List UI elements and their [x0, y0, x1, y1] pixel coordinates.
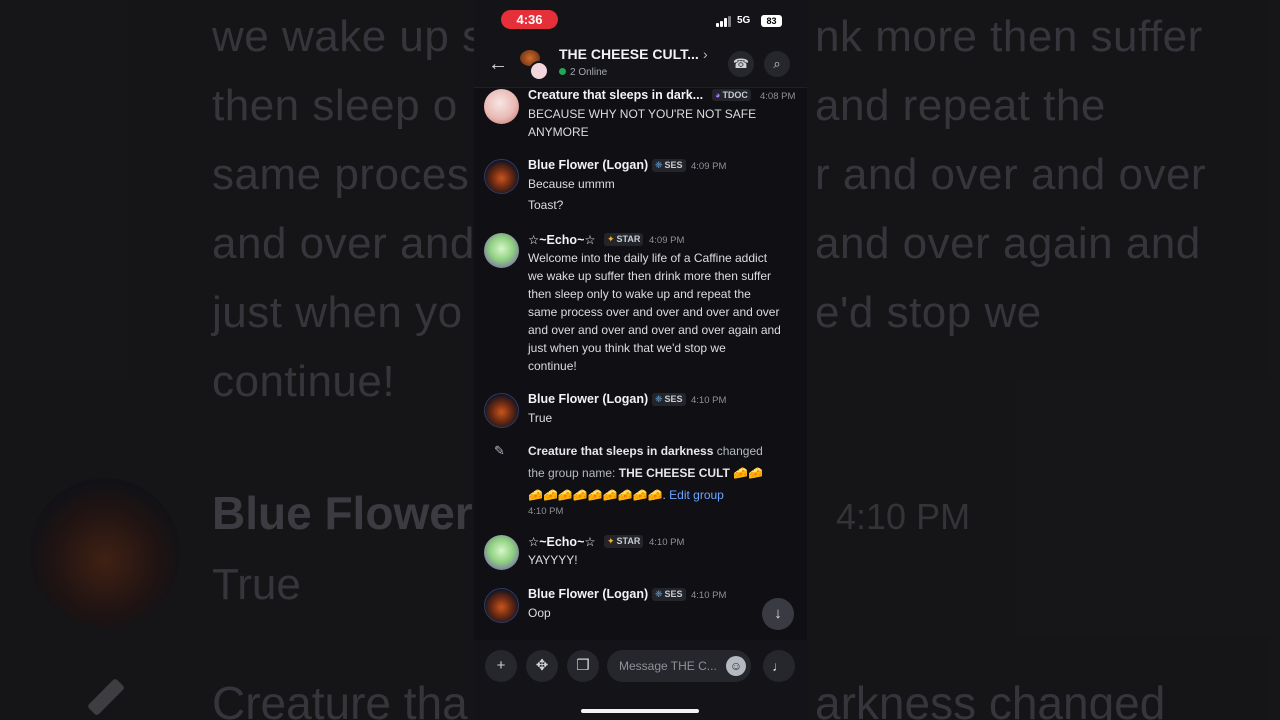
- message-line: we wake up suffer then drink more then s…: [528, 269, 772, 283]
- system-action: changed: [713, 444, 763, 458]
- arrow-down-icon[interactable]: ↓: [762, 598, 794, 630]
- tag-label: TDOC: [722, 90, 748, 100]
- message-author[interactable]: ☆~Echo~☆: [528, 534, 596, 549]
- server-tag: ✦ STAR: [604, 233, 644, 246]
- tag-icon: ◕: [715, 90, 721, 100]
- gift-icon[interactable]: ❒: [567, 650, 599, 682]
- tag-icon: ✦: [607, 536, 615, 546]
- chat-header: ← THE CHEESE CULT... › 2 Online ☎ ⌕: [474, 40, 807, 88]
- message-author[interactable]: Creature that sleeps in dark...: [528, 88, 703, 102]
- cheese-emoji: 🧀🧀🧀🧀🧀🧀🧀🧀🧀: [528, 488, 663, 502]
- message-author[interactable]: Blue Flower (Logan): [528, 158, 648, 172]
- message-composer: + ✥ ❒ Message THE C... ☺ ♩: [474, 640, 807, 720]
- message-text: Toast?: [528, 198, 564, 212]
- cheese-emoji: 🧀🧀: [733, 466, 764, 480]
- message-time: 4:10 PM: [649, 537, 685, 548]
- system-actor[interactable]: Creature that sleeps in darkness: [528, 444, 713, 458]
- chevron-right-icon[interactable]: ›: [703, 46, 708, 62]
- message-text: Welcome into the daily life of a Caffine…: [528, 249, 800, 375]
- message-time: 4:10 PM: [691, 395, 727, 406]
- message-author[interactable]: ☆~Echo~☆: [528, 232, 596, 247]
- avatar[interactable]: [484, 588, 519, 623]
- message-time: 4:10 PM: [691, 590, 727, 601]
- system-line: Creature that sleeps in darkness changed: [528, 440, 793, 462]
- message-time: 4:09 PM: [649, 235, 685, 246]
- plus-icon[interactable]: +: [485, 650, 517, 682]
- home-indicator[interactable]: [581, 709, 699, 713]
- message-author[interactable]: Blue Flower (Logan): [528, 392, 648, 406]
- message-line: ANYMORE: [528, 125, 589, 139]
- back-arrow-icon[interactable]: ←: [488, 54, 508, 74]
- avatar[interactable]: [484, 89, 519, 124]
- tag-label: SES: [664, 160, 683, 170]
- group-avatar[interactable]: [520, 50, 550, 81]
- message-time: 4:09 PM: [691, 161, 727, 172]
- online-count: 2 Online: [570, 67, 608, 78]
- message-line: and over and over and over and over agai…: [528, 323, 781, 337]
- pencil-icon: ✎: [494, 443, 505, 458]
- tag-label: STAR: [616, 536, 641, 546]
- screen: we wake up s then sleep o same proces an…: [0, 0, 1280, 720]
- message-text: Oop: [528, 606, 551, 620]
- apps-icon[interactable]: ✥: [526, 650, 558, 682]
- message-line: continue!: [528, 359, 577, 373]
- message-line: just when you think that we'd stop we: [528, 341, 726, 355]
- server-tag: ◕ TDOC: [712, 89, 751, 101]
- edit-group-link[interactable]: Edit group: [669, 488, 724, 502]
- message-time: 4:08 PM: [760, 91, 796, 102]
- tag-label: SES: [664, 589, 683, 599]
- message-list[interactable]: Creature that sleeps in dark... ◕ TDOC 4:…: [474, 88, 807, 640]
- new-group-name: THE CHEESE CULT: [618, 466, 730, 480]
- system-time: 4:10 PM: [528, 506, 564, 517]
- system-line: the group name: THE CHEESE CULT 🧀🧀: [528, 462, 793, 484]
- tag-label: STAR: [616, 234, 641, 244]
- tag-icon: ✦: [607, 234, 615, 244]
- search-icon[interactable]: ⌕: [764, 51, 790, 77]
- message-line: Welcome into the daily life of a Caffine…: [528, 251, 768, 265]
- server-tag: ✦ STAR: [604, 535, 644, 548]
- tag-icon: ❈: [655, 589, 663, 599]
- message-text: YAYYYY!: [528, 553, 578, 567]
- tag-label: SES: [664, 394, 683, 404]
- call-icon[interactable]: ☎: [728, 51, 754, 77]
- avatar[interactable]: [484, 159, 519, 194]
- server-tag: ❈ SES: [652, 393, 686, 406]
- message-text: True: [528, 411, 553, 425]
- status-bar: 4:36 5G 83: [474, 0, 807, 40]
- system-prefix: the group name:: [528, 466, 619, 480]
- group-avatar-b: [529, 61, 549, 81]
- message-line: then sleep only to wake up and repeat th…: [528, 287, 751, 301]
- system-text: Creature that sleeps in darkness changed…: [528, 440, 793, 506]
- avatar[interactable]: [484, 393, 519, 428]
- network-label: 5G: [737, 15, 751, 26]
- message-text: BECAUSE WHY NOT YOU'RE NOT SAFE ANYMORE: [528, 105, 800, 141]
- online-dot: [559, 68, 566, 75]
- server-tag: ❈ SES: [652, 159, 686, 172]
- system-line: 🧀🧀🧀🧀🧀🧀🧀🧀🧀. Edit group: [528, 484, 793, 506]
- message-author[interactable]: Blue Flower (Logan): [528, 587, 648, 601]
- avatar[interactable]: [484, 535, 519, 570]
- emoji-icon[interactable]: ☺: [726, 656, 746, 676]
- phone-screen: 4:36 5G 83 ← THE CHEESE CULT... › 2 Onli…: [474, 0, 807, 720]
- message-text: Because ummm: [528, 177, 615, 191]
- signal-icon: [716, 16, 731, 27]
- avatar[interactable]: [484, 233, 519, 268]
- server-tag: ❈ SES: [652, 588, 686, 601]
- microphone-icon[interactable]: ♩: [763, 650, 795, 682]
- group-name[interactable]: THE CHEESE CULT...: [559, 46, 699, 62]
- message-line: BECAUSE WHY NOT YOU'RE NOT SAFE: [528, 107, 757, 121]
- battery-icon: 83: [761, 15, 782, 27]
- message-line: same process over and over and over and …: [528, 305, 780, 319]
- tag-icon: ❈: [655, 160, 663, 170]
- online-status: 2 Online: [559, 67, 607, 78]
- tag-icon: ❈: [655, 394, 663, 404]
- status-time: 4:36: [501, 10, 558, 29]
